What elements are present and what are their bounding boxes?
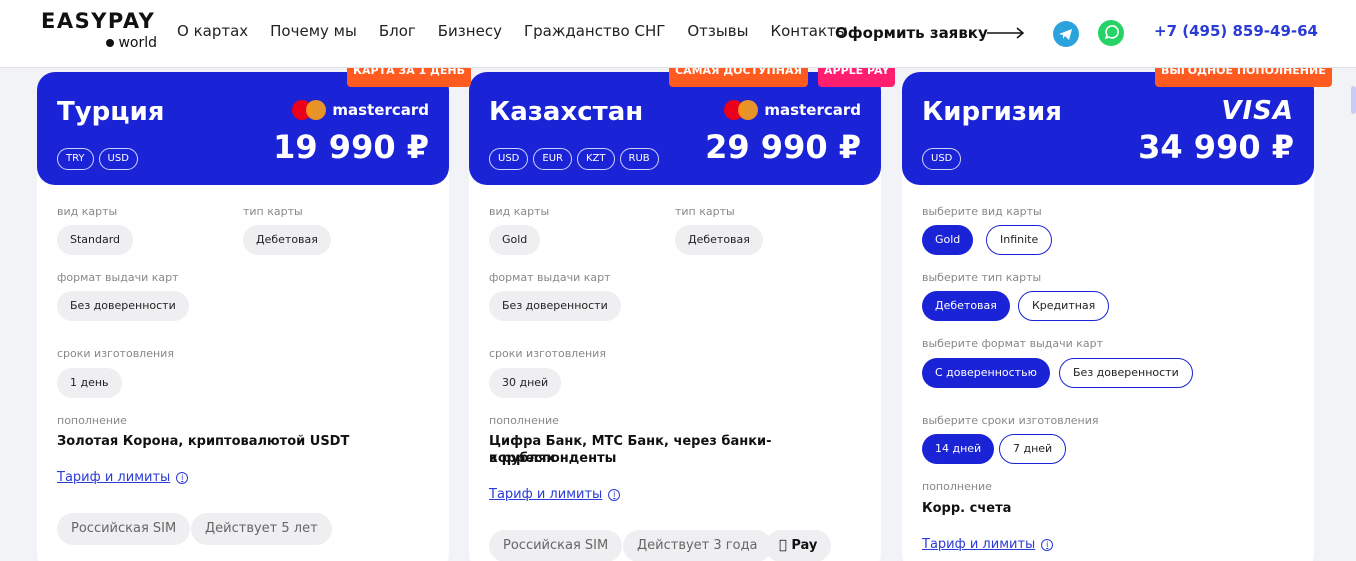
option-credit[interactable]: Кредитная bbox=[1018, 291, 1110, 321]
logo-world: world bbox=[118, 35, 157, 51]
scroll-indicator[interactable] bbox=[1351, 86, 1356, 114]
option-with-poa[interactable]: С доверенностью bbox=[922, 358, 1050, 388]
currency-list: TRY USD bbox=[57, 148, 138, 170]
currency-chip: RUB bbox=[619, 148, 659, 170]
country-title: Турция bbox=[57, 97, 165, 127]
tag-validity: Действует 5 лет bbox=[191, 513, 332, 545]
apply-button[interactable]: Оформить заявку bbox=[835, 24, 988, 42]
nav-blog[interactable]: Блог bbox=[379, 22, 416, 40]
card-header: Казахстан mastercard 29 990 ₽ USD EUR KZ… bbox=[469, 72, 881, 185]
term-value: 30 дней bbox=[489, 368, 562, 398]
card-kind-value: Standard bbox=[57, 225, 134, 255]
tariff-link-label[interactable]: Тариф и лимиты bbox=[57, 470, 170, 485]
card-type-value: Дебетовая bbox=[243, 225, 331, 255]
info-icon[interactable]: i bbox=[1041, 538, 1054, 551]
mastercard-logo: mastercard bbox=[292, 100, 429, 120]
option-14-days[interactable]: 14 дней bbox=[922, 434, 995, 464]
currency-chip: KZT bbox=[576, 148, 615, 170]
card-type-label: тип карты bbox=[675, 205, 735, 218]
info-icon[interactable]: i bbox=[176, 471, 189, 484]
info-icon[interactable]: i bbox=[608, 488, 621, 501]
option-7-days[interactable]: 7 дней bbox=[999, 434, 1067, 464]
logo-text: EASYPAY bbox=[41, 9, 156, 33]
term-value: 1 день bbox=[57, 368, 122, 398]
tariff-link[interactable]: Тариф и лимиты i bbox=[922, 537, 1054, 552]
topup-label: пополнение bbox=[922, 480, 992, 493]
apple-pay-tag:  Pay bbox=[765, 530, 832, 561]
nav-cis-citizenship[interactable]: Гражданство СНГ bbox=[524, 22, 665, 40]
term-label: сроки изготовления bbox=[57, 347, 174, 360]
tag-russian-sim: Российская SIM bbox=[489, 530, 623, 561]
price: 19 990 ₽ bbox=[273, 128, 429, 166]
tariff-link[interactable]: Тариф и лимиты i bbox=[57, 470, 189, 485]
telegram-icon[interactable] bbox=[1053, 21, 1079, 47]
tariff-link[interactable]: Тариф и лимиты i bbox=[489, 487, 621, 502]
topup-value: Золотая Корона, криптовалютой USDT bbox=[57, 434, 350, 449]
option-debit[interactable]: Дебетовая bbox=[922, 291, 1010, 321]
mastercard-icon bbox=[724, 100, 759, 120]
brand-label: mastercard bbox=[764, 101, 861, 119]
card-kind-label: вид карты bbox=[489, 205, 550, 218]
format-label: выберите формат выдачи карт bbox=[922, 337, 1104, 350]
card-kind-label: выберите вид карты bbox=[922, 205, 1042, 218]
card-kyrgyzstan: Киргизия VISA 34 990 ₽ USD выберите вид … bbox=[902, 72, 1314, 561]
card-type-label: тип карты bbox=[243, 205, 303, 218]
brand-label: mastercard bbox=[332, 101, 429, 119]
card-turkey: Турция mastercard 19 990 ₽ TRY USD вид к… bbox=[37, 72, 449, 561]
currency-list: USD bbox=[922, 148, 962, 170]
country-title: Казахстан bbox=[489, 97, 644, 127]
format-value: Без доверенности bbox=[489, 291, 621, 321]
topup-label: пополнение bbox=[489, 414, 559, 427]
apple-icon:  bbox=[779, 538, 787, 553]
card-header: Киргизия VISA 34 990 ₽ USD bbox=[902, 72, 1314, 185]
arrow-right-icon[interactable] bbox=[987, 26, 1025, 40]
topup-label: пополнение bbox=[57, 414, 127, 427]
card-kind-value: Gold bbox=[489, 225, 541, 255]
phone-link[interactable]: +7 (495) 859-49-64 bbox=[1154, 22, 1318, 40]
topup-value-line2: в рублях bbox=[489, 451, 555, 466]
nav-business[interactable]: Бизнесу bbox=[438, 22, 502, 40]
visa-logo: VISA bbox=[1221, 96, 1294, 126]
mastercard-icon bbox=[292, 100, 327, 120]
option-gold[interactable]: Gold bbox=[922, 225, 974, 255]
site-header: EASYPAY world О картах Почему мы Блог Би… bbox=[0, 0, 1356, 68]
currency-chip: TRY bbox=[57, 148, 94, 170]
format-value: Без доверенности bbox=[57, 291, 189, 321]
nav-why-us[interactable]: Почему мы bbox=[270, 22, 357, 40]
tag-russian-sim: Российская SIM bbox=[57, 513, 191, 545]
term-label: сроки изготовления bbox=[489, 347, 606, 360]
apple-pay-label: Pay bbox=[779, 538, 817, 553]
option-infinite[interactable]: Infinite bbox=[986, 225, 1053, 255]
logo-subtext: world bbox=[106, 35, 157, 51]
card-kazakhstan: Казахстан mastercard 29 990 ₽ USD EUR KZ… bbox=[469, 72, 881, 561]
whatsapp-icon[interactable] bbox=[1097, 19, 1125, 47]
logo-dot bbox=[106, 39, 115, 47]
price: 34 990 ₽ bbox=[1138, 128, 1294, 166]
nav-reviews[interactable]: Отзывы bbox=[687, 22, 748, 40]
card-type-value: Дебетовая bbox=[675, 225, 763, 255]
main-nav: О картах Почему мы Блог Бизнесу Гражданс… bbox=[177, 22, 870, 40]
format-label: формат выдачи карт bbox=[489, 271, 611, 284]
nav-about-cards[interactable]: О картах bbox=[177, 22, 248, 40]
card-kind-label: вид карты bbox=[57, 205, 118, 218]
mastercard-logo: mastercard bbox=[724, 100, 861, 120]
currency-chip: EUR bbox=[533, 148, 572, 170]
tariff-link-label[interactable]: Тариф и лимиты bbox=[489, 487, 602, 502]
card-type-label: выберите тип карты bbox=[922, 271, 1042, 284]
currency-chip: USD bbox=[98, 148, 138, 170]
format-label: формат выдачи карт bbox=[57, 271, 179, 284]
term-label: выберите сроки изготовления bbox=[922, 414, 1099, 427]
currency-chip: USD bbox=[922, 148, 962, 170]
price: 29 990 ₽ bbox=[705, 128, 861, 166]
tariff-link-label[interactable]: Тариф и лимиты bbox=[922, 537, 1035, 552]
topup-value: Корр. счета bbox=[922, 501, 1012, 516]
logo[interactable]: EASYPAY world bbox=[41, 9, 161, 55]
currency-chip: USD bbox=[489, 148, 529, 170]
tag-validity: Действует 3 года bbox=[623, 530, 772, 561]
card-header: Турция mastercard 19 990 ₽ TRY USD bbox=[37, 72, 449, 185]
option-without-poa[interactable]: Без доверенности bbox=[1059, 358, 1193, 388]
currency-list: USD EUR KZT RUB bbox=[489, 148, 659, 170]
country-title: Киргизия bbox=[922, 97, 1062, 127]
